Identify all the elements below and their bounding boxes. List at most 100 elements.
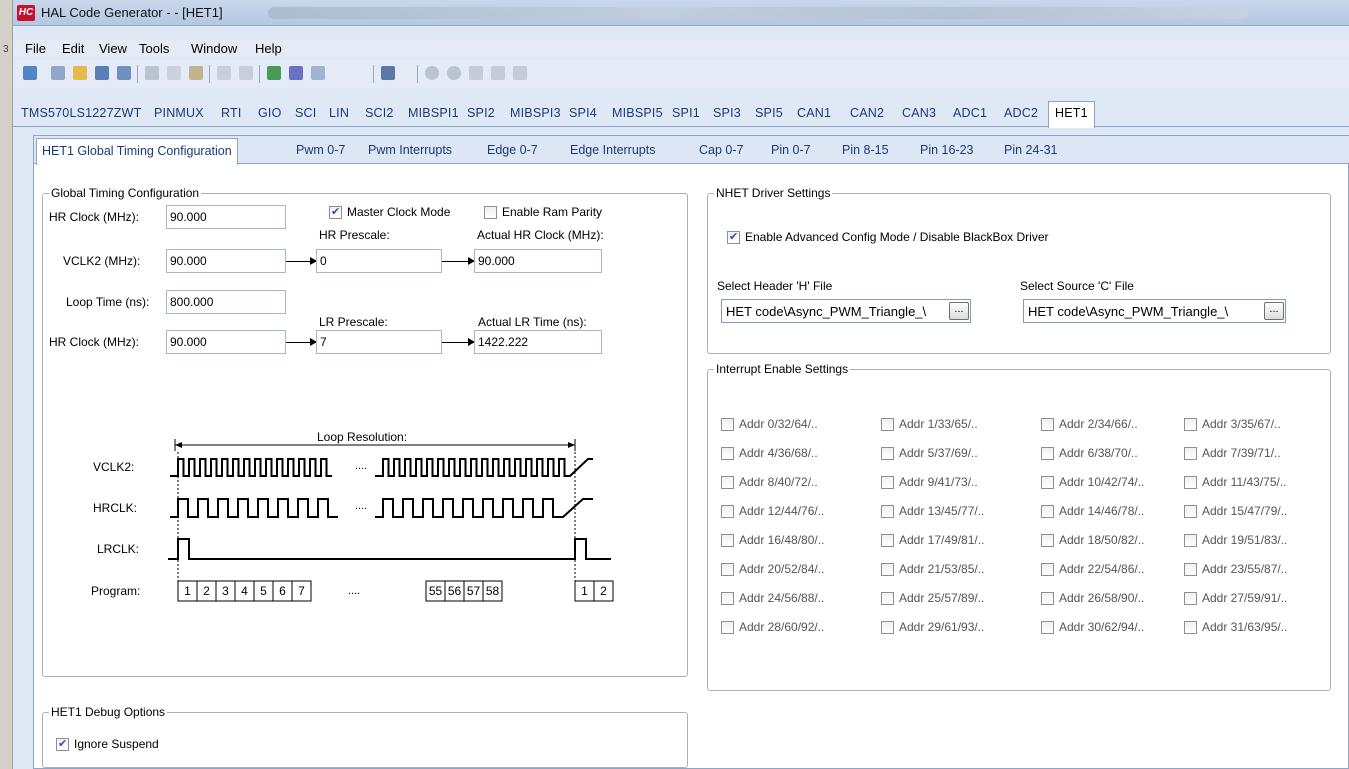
menu-view[interactable]: View <box>99 41 127 56</box>
forward-icon[interactable] <box>445 64 463 82</box>
tab-adc1[interactable]: ADC1 <box>953 106 987 120</box>
redo-icon[interactable] <box>237 64 255 82</box>
interrupt-addr-31-box[interactable] <box>1184 620 1197 634</box>
hr-prescale-input[interactable]: 0 <box>316 249 442 273</box>
tab-mibspi5[interactable]: MIBSPI5 <box>612 106 663 120</box>
save-icon[interactable] <box>93 64 111 82</box>
interrupt-addr-20-checkbox[interactable]: Addr 20/52/84/.. <box>721 562 824 576</box>
refresh-icon[interactable] <box>489 64 507 82</box>
interrupt-addr-12-box[interactable] <box>721 504 734 518</box>
interrupt-addr-19-checkbox[interactable]: Addr 19/51/83/.. <box>1184 533 1287 547</box>
interrupt-addr-13-checkbox[interactable]: Addr 13/45/77/.. <box>881 504 984 518</box>
stop-icon[interactable] <box>467 64 485 82</box>
tab-mibspi3[interactable]: MIBSPI3 <box>510 106 561 120</box>
ignore-suspend-checkbox[interactable]: Ignore Suspend <box>56 737 159 751</box>
interrupt-addr-13-box[interactable] <box>881 504 894 518</box>
interrupt-addr-16-checkbox[interactable]: Addr 16/48/80/.. <box>721 533 824 547</box>
interrupt-addr-11-box[interactable] <box>1184 475 1197 489</box>
subtab-pin-16-23[interactable]: Pin 16-23 <box>920 143 974 157</box>
view-icon[interactable] <box>309 64 327 82</box>
tab-pinmux[interactable]: PINMUX <box>154 106 204 120</box>
subtab-pin-0-7[interactable]: Pin 0-7 <box>771 143 811 157</box>
interrupt-addr-15-checkbox[interactable]: Addr 15/47/79/.. <box>1184 504 1287 518</box>
header-browse-button[interactable]: ... <box>949 302 969 320</box>
subtab-edge-interrupts[interactable]: Edge Interrupts <box>570 143 655 157</box>
subtab-pwm-interrupts[interactable]: Pwm Interrupts <box>368 143 452 157</box>
tab-spi2[interactable]: SPI2 <box>467 106 495 120</box>
interrupt-addr-27-box[interactable] <box>1184 591 1197 605</box>
hr-clock2-input[interactable]: 90.000 <box>166 330 286 354</box>
interrupt-addr-20-box[interactable] <box>721 562 734 576</box>
tab-sci2[interactable]: SCI2 <box>365 106 394 120</box>
interrupt-addr-6-box[interactable] <box>1041 446 1054 460</box>
tab-lin[interactable]: LIN <box>329 106 349 120</box>
interrupt-addr-21-checkbox[interactable]: Addr 21/53/85/.. <box>881 562 984 576</box>
interrupt-addr-18-box[interactable] <box>1041 533 1054 547</box>
interrupt-addr-9-box[interactable] <box>881 475 894 489</box>
interrupt-addr-30-box[interactable] <box>1041 620 1054 634</box>
interrupt-addr-7-box[interactable] <box>1184 446 1197 460</box>
save-all-icon[interactable] <box>115 64 133 82</box>
interrupt-addr-31-checkbox[interactable]: Addr 31/63/95/.. <box>1184 620 1287 634</box>
advanced-config-box[interactable] <box>727 230 740 244</box>
tab-spi4[interactable]: SPI4 <box>569 106 597 120</box>
loop-time-input[interactable]: 800.000 <box>166 290 286 314</box>
menu-help[interactable]: Help <box>255 41 282 56</box>
interrupt-addr-27-checkbox[interactable]: Addr 27/59/91/.. <box>1184 591 1287 605</box>
back-icon[interactable] <box>423 64 441 82</box>
header-file-input[interactable]: HET code\Async_PWM_Triangle_\ ... <box>721 299 971 323</box>
tab-can1[interactable]: CAN1 <box>797 106 831 120</box>
interrupt-addr-29-box[interactable] <box>881 620 894 634</box>
menu-window[interactable]: Window <box>191 41 237 56</box>
lr-prescale-input[interactable]: 7 <box>316 330 442 354</box>
interrupt-addr-26-checkbox[interactable]: Addr 26/58/90/.. <box>1041 591 1144 605</box>
ram-parity-box[interactable] <box>484 205 497 219</box>
interrupt-addr-22-box[interactable] <box>1041 562 1054 576</box>
source-file-input[interactable]: HET code\Async_PWM_Triangle_\ ... <box>1023 299 1286 323</box>
layers-icon[interactable] <box>379 64 397 82</box>
interrupt-addr-3-box[interactable] <box>1184 417 1197 431</box>
tab-spi1[interactable]: SPI1 <box>672 106 700 120</box>
interrupt-addr-18-checkbox[interactable]: Addr 18/50/82/.. <box>1041 533 1144 547</box>
interrupt-addr-19-box[interactable] <box>1184 533 1197 547</box>
subtab-edge-0-7[interactable]: Edge 0-7 <box>487 143 538 157</box>
interrupt-addr-9-checkbox[interactable]: Addr 9/41/73/.. <box>881 475 978 489</box>
master-clock-box[interactable] <box>329 205 342 219</box>
interrupt-addr-8-box[interactable] <box>721 475 734 489</box>
interrupt-addr-28-checkbox[interactable]: Addr 28/60/92/.. <box>721 620 824 634</box>
interrupt-addr-17-box[interactable] <box>881 533 894 547</box>
interrupt-addr-0-checkbox[interactable]: Addr 0/32/64/.. <box>721 417 818 431</box>
interrupt-addr-1-checkbox[interactable]: Addr 1/33/65/.. <box>881 417 978 431</box>
interrupt-addr-10-box[interactable] <box>1041 475 1054 489</box>
interrupt-addr-1-box[interactable] <box>881 417 894 431</box>
vclk2-input[interactable]: 90.000 <box>166 249 286 273</box>
interrupt-addr-2-box[interactable] <box>1041 417 1054 431</box>
subtab-pin-24-31[interactable]: Pin 24-31 <box>1004 143 1058 157</box>
interrupt-addr-6-checkbox[interactable]: Addr 6/38/70/.. <box>1041 446 1138 460</box>
interrupt-addr-11-checkbox[interactable]: Addr 11/43/75/.. <box>1184 475 1287 489</box>
interrupt-addr-15-box[interactable] <box>1184 504 1197 518</box>
interrupt-addr-2-checkbox[interactable]: Addr 2/34/66/.. <box>1041 417 1138 431</box>
open-icon[interactable] <box>49 64 67 82</box>
interrupt-addr-5-checkbox[interactable]: Addr 5/37/69/.. <box>881 446 978 460</box>
tab-can3[interactable]: CAN3 <box>902 106 936 120</box>
menu-file[interactable]: File <box>25 41 46 56</box>
interrupt-addr-7-checkbox[interactable]: Addr 7/39/71/.. <box>1184 446 1281 460</box>
tab-gio[interactable]: GIO <box>258 106 282 120</box>
ram-parity-checkbox[interactable]: Enable Ram Parity <box>484 205 602 219</box>
interrupt-addr-16-box[interactable] <box>721 533 734 547</box>
menu-tools[interactable]: Tools <box>139 41 169 56</box>
paste-icon[interactable] <box>187 64 205 82</box>
interrupt-addr-14-box[interactable] <box>1041 504 1054 518</box>
subtab-global-timing[interactable]: HET1 Global Timing Configuration <box>36 138 238 165</box>
interrupt-addr-8-checkbox[interactable]: Addr 8/40/72/.. <box>721 475 818 489</box>
interrupt-addr-5-box[interactable] <box>881 446 894 460</box>
advanced-config-checkbox[interactable]: Enable Advanced Config Mode / Disable Bl… <box>727 230 1049 244</box>
interrupt-addr-28-box[interactable] <box>721 620 734 634</box>
ignore-suspend-box[interactable] <box>56 737 69 751</box>
interrupt-addr-23-checkbox[interactable]: Addr 23/55/87/.. <box>1184 562 1287 576</box>
interrupt-addr-17-checkbox[interactable]: Addr 17/49/81/.. <box>881 533 984 547</box>
new-icon[interactable] <box>21 64 39 82</box>
interrupt-addr-24-checkbox[interactable]: Addr 24/56/88/.. <box>721 591 824 605</box>
menu-edit[interactable]: Edit <box>62 41 84 56</box>
